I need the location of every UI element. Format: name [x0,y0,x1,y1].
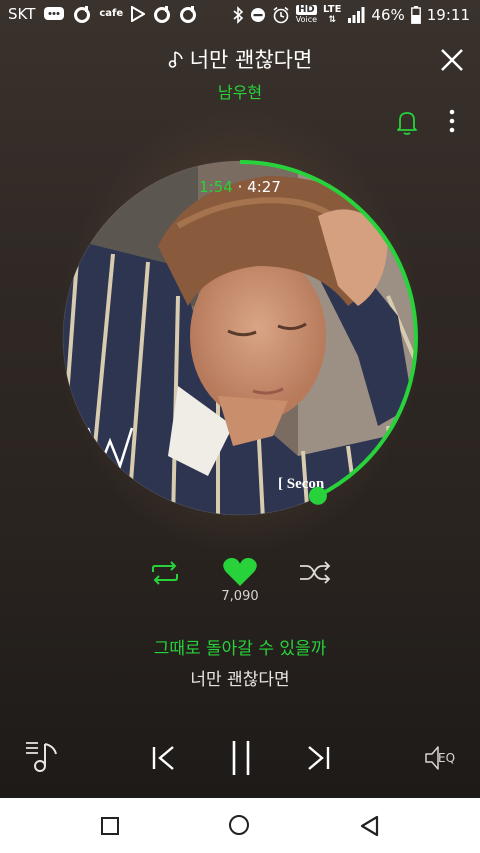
shuffle-button[interactable] [298,560,332,586]
album-cover-image: [ Secon [63,161,417,515]
music-notification-icon-3 [179,5,197,23]
more-vertical-icon [449,109,455,133]
play-store-icon [131,6,146,22]
battery-icon [410,6,421,24]
carrier-label: SKT [8,5,36,23]
shuffle-icon [300,561,331,584]
more-options-button[interactable] [442,108,462,136]
skip-next-icon [308,746,330,770]
pause-button[interactable] [226,738,256,778]
artist-name[interactable]: 남우현 [0,79,480,103]
playback-time: 1:54 · 4:27 [0,178,480,196]
previous-button[interactable] [148,742,180,774]
close-button[interactable] [436,44,468,76]
close-icon [441,49,463,71]
progress-thumb[interactable] [308,486,327,505]
album-art-progress: [ Secon [58,156,422,520]
bell-icon [397,112,417,135]
pause-icon [232,741,250,775]
battery-percent: 46% [371,6,405,24]
playlist-icon [26,742,57,772]
current-time: 1:54 [199,178,233,196]
song-title-text: 너만 괜찮다면 [189,48,313,72]
music-notification-icon [73,5,91,23]
next-button[interactable] [302,742,334,774]
hd-voice-icon: HD Voice [295,4,318,25]
status-bar: SKT cafe HD Voice LTE ⇅ 46% 19:11 [0,0,480,28]
home-button[interactable] [229,815,249,835]
skip-previous-icon [152,746,174,770]
back-icon [360,815,379,837]
like-button[interactable] [222,556,258,588]
repeat-button[interactable] [148,560,182,586]
cafe-notification-icon: cafe [99,8,124,19]
alarm-button[interactable] [394,108,420,136]
total-time: 4:27 [247,178,281,196]
repeat-icon [152,561,178,585]
do-not-disturb-icon [250,7,266,23]
signal-icon [347,6,365,24]
chat-notification-icon [43,6,65,22]
playlist-button[interactable] [24,738,60,774]
song-title: 너만 괜찮다면 [0,44,480,74]
lyric-current-line[interactable]: 그때로 돌아갈 수 있을까 [0,634,480,659]
lte-icon: LTE ⇅ [323,4,342,26]
bluetooth-icon [232,6,244,24]
system-navigation-bar [0,798,480,853]
heart-icon [223,557,257,586]
clock: 19:11 [426,6,470,24]
equalizer-label: EQ [438,751,456,765]
music-note-icon [168,49,186,74]
like-count: 7,090 [221,589,259,604]
recent-apps-button[interactable] [101,817,119,835]
time-separator: · [237,178,243,196]
back-button[interactable] [359,814,381,838]
alarm-icon [272,6,290,24]
music-notification-icon-2 [153,5,171,23]
lyric-next-line[interactable]: 너만 괜찮다면 [0,665,480,690]
equalizer-button[interactable]: EQ [422,742,462,774]
